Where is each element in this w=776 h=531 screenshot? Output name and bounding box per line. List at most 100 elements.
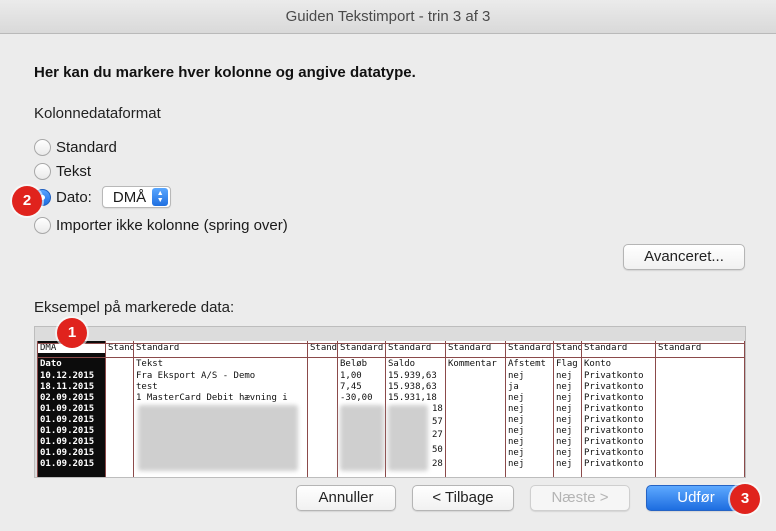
preview-cell: nej: [556, 437, 573, 447]
cancel-button[interactable]: Annuller: [296, 485, 396, 511]
preview-cell: nej: [556, 404, 573, 414]
preview-cell: Afstemt: [508, 359, 546, 369]
preview-column-balance[interactable]: Standard Saldo 15.939,63 15.938,63 15.93…: [385, 341, 445, 477]
advanced-button[interactable]: Avanceret...: [623, 244, 745, 270]
select-arrows-icon: ▲ ▼: [152, 188, 169, 206]
radio-skip-column[interactable]: Importer ikke kolonne (spring over): [34, 214, 288, 236]
column-header[interactable]: Standard: [582, 343, 627, 353]
back-button[interactable]: < Tilbage: [412, 485, 514, 511]
preview-cell: Privatkonto: [584, 404, 644, 414]
preview-cell: nej: [508, 459, 525, 469]
preview-cell: 50: [432, 445, 443, 455]
column-header[interactable]: Standard: [386, 343, 431, 353]
blurred-content: [388, 405, 428, 471]
grid-line: [37, 357, 745, 358]
preview-cell: 02.09.2015: [40, 393, 95, 403]
radio-button[interactable]: [34, 138, 51, 156]
preview-cell: Saldo: [388, 359, 416, 369]
blurred-content: [340, 405, 384, 471]
step-badge-1: 1: [57, 318, 87, 348]
column-header[interactable]: Stand: [554, 343, 581, 353]
preview-cell: 15.938,63: [388, 382, 437, 392]
preview-column-11[interactable]: Standard: [655, 341, 745, 477]
preview-cell: 1,00: [340, 371, 362, 381]
preview-column-2[interactable]: Stand: [105, 341, 133, 477]
preview-cell: 10.12.2015: [40, 371, 95, 381]
radio-standard[interactable]: Standard: [34, 136, 117, 158]
column-header[interactable]: Standard: [134, 343, 179, 353]
preview-column-comment[interactable]: Standard Kommentar: [445, 341, 505, 477]
radio-label: Standard: [56, 138, 117, 156]
preview-cell: nej: [508, 371, 525, 381]
instruction-heading: Her kan du markere hver kolonne og angiv…: [34, 64, 416, 81]
preview-column-4[interactable]: Stand: [307, 341, 337, 477]
preview-column-text[interactable]: Standard Tekst Fra Eksport A/S - Demo te…: [133, 341, 307, 477]
radio-button[interactable]: [34, 216, 51, 234]
preview-cell: ja: [508, 382, 519, 392]
preview-cell: nej: [508, 448, 525, 458]
preview-column-reconciled[interactable]: Standard Afstemt nej ja nej nej nej nej …: [505, 341, 553, 477]
preview-cell: Privatkonto: [584, 382, 644, 392]
preview-cell: 27: [432, 430, 443, 440]
preview-cell: Privatkonto: [584, 371, 644, 381]
preview-cell: Privatkonto: [584, 459, 644, 469]
preview-cell: Fra Eksport A/S - Demo: [136, 371, 256, 381]
preview-column-amount[interactable]: Standard Beløb 1,00 7,45 -30,00: [337, 341, 385, 477]
preview-cell: Privatkonto: [584, 393, 644, 403]
preview-cell: 01.09.2015: [40, 437, 95, 447]
column-header[interactable]: Stand: [106, 343, 133, 353]
preview-cell: Konto: [584, 359, 612, 369]
preview-cell: Privatkonto: [584, 437, 644, 447]
preview-cell: nej: [556, 448, 573, 458]
preview-cell: nej: [556, 371, 573, 381]
preview-cell: 01.09.2015: [40, 415, 95, 425]
preview-grid: DMÅ Dato 10.12.2015 18.11.2015 02.09.201…: [37, 341, 745, 477]
column-header[interactable]: Standard: [506, 343, 551, 353]
preview-cell: 01.09.2015: [40, 459, 95, 469]
column-header[interactable]: Standard: [446, 343, 491, 353]
preview-column-date[interactable]: DMÅ Dato 10.12.2015 18.11.2015 02.09.201…: [37, 341, 105, 477]
preview-column-flag[interactable]: Stand Flag nej nej nej nej nej nej nej n…: [553, 341, 581, 477]
next-button[interactable]: Næste >: [530, 485, 630, 511]
preview-cell: 57: [432, 417, 443, 427]
preview-cell: Privatkonto: [584, 448, 644, 458]
preview-cell: nej: [508, 393, 525, 403]
preview-cell: Privatkonto: [584, 426, 644, 436]
radio-label: Dato:: [56, 188, 92, 206]
date-format-select[interactable]: DMÅ ▲ ▼: [101, 186, 172, 208]
preview-cell: Privatkonto: [584, 415, 644, 425]
preview-cell: Flag: [556, 359, 578, 369]
preview-cell: 15.939,63: [388, 371, 437, 381]
column-format-label: Kolonnedataformat: [34, 105, 161, 122]
column-header[interactable]: Standard: [338, 343, 383, 353]
preview-cell: 01.09.2015: [40, 404, 95, 414]
preview-cell: 28: [432, 459, 443, 469]
column-header[interactable]: Standard: [656, 343, 701, 353]
preview-cell: Dato: [40, 359, 62, 369]
preview-cell: test: [136, 382, 158, 392]
preview-cell: nej: [556, 459, 573, 469]
grid-line: [37, 343, 745, 344]
preview-cell: 18: [432, 404, 443, 414]
preview-cell: nej: [556, 426, 573, 436]
preview-cell: nej: [556, 415, 573, 425]
preview-label: Eksempel på markerede data:: [34, 299, 235, 316]
window-title: Guiden Tekstimport - trin 3 af 3: [0, 0, 776, 34]
date-format-value: DMÅ: [112, 188, 147, 206]
radio-label: Importer ikke kolonne (spring over): [56, 216, 288, 234]
preview-cell: 7,45: [340, 382, 362, 392]
preview-cell: 1 MasterCard Debit hævning i: [136, 393, 288, 403]
step-badge-2: 2: [12, 186, 42, 216]
step-badge-3: 3: [730, 484, 760, 514]
preview-cell: Tekst: [136, 359, 164, 369]
data-preview[interactable]: DMÅ Dato 10.12.2015 18.11.2015 02.09.201…: [34, 326, 746, 478]
preview-cell: 15.931,18: [388, 393, 437, 403]
radio-date[interactable]: Dato: DMÅ ▲ ▼: [34, 186, 172, 208]
preview-column-account[interactable]: Standard Konto Privatkonto Privatkonto P…: [581, 341, 655, 477]
radio-text[interactable]: Tekst: [34, 160, 91, 182]
preview-cell: nej: [508, 426, 525, 436]
preview-cell: Kommentar: [448, 359, 497, 369]
column-header[interactable]: Stand: [308, 343, 337, 353]
radio-button[interactable]: [34, 162, 51, 180]
preview-cell: nej: [508, 404, 525, 414]
